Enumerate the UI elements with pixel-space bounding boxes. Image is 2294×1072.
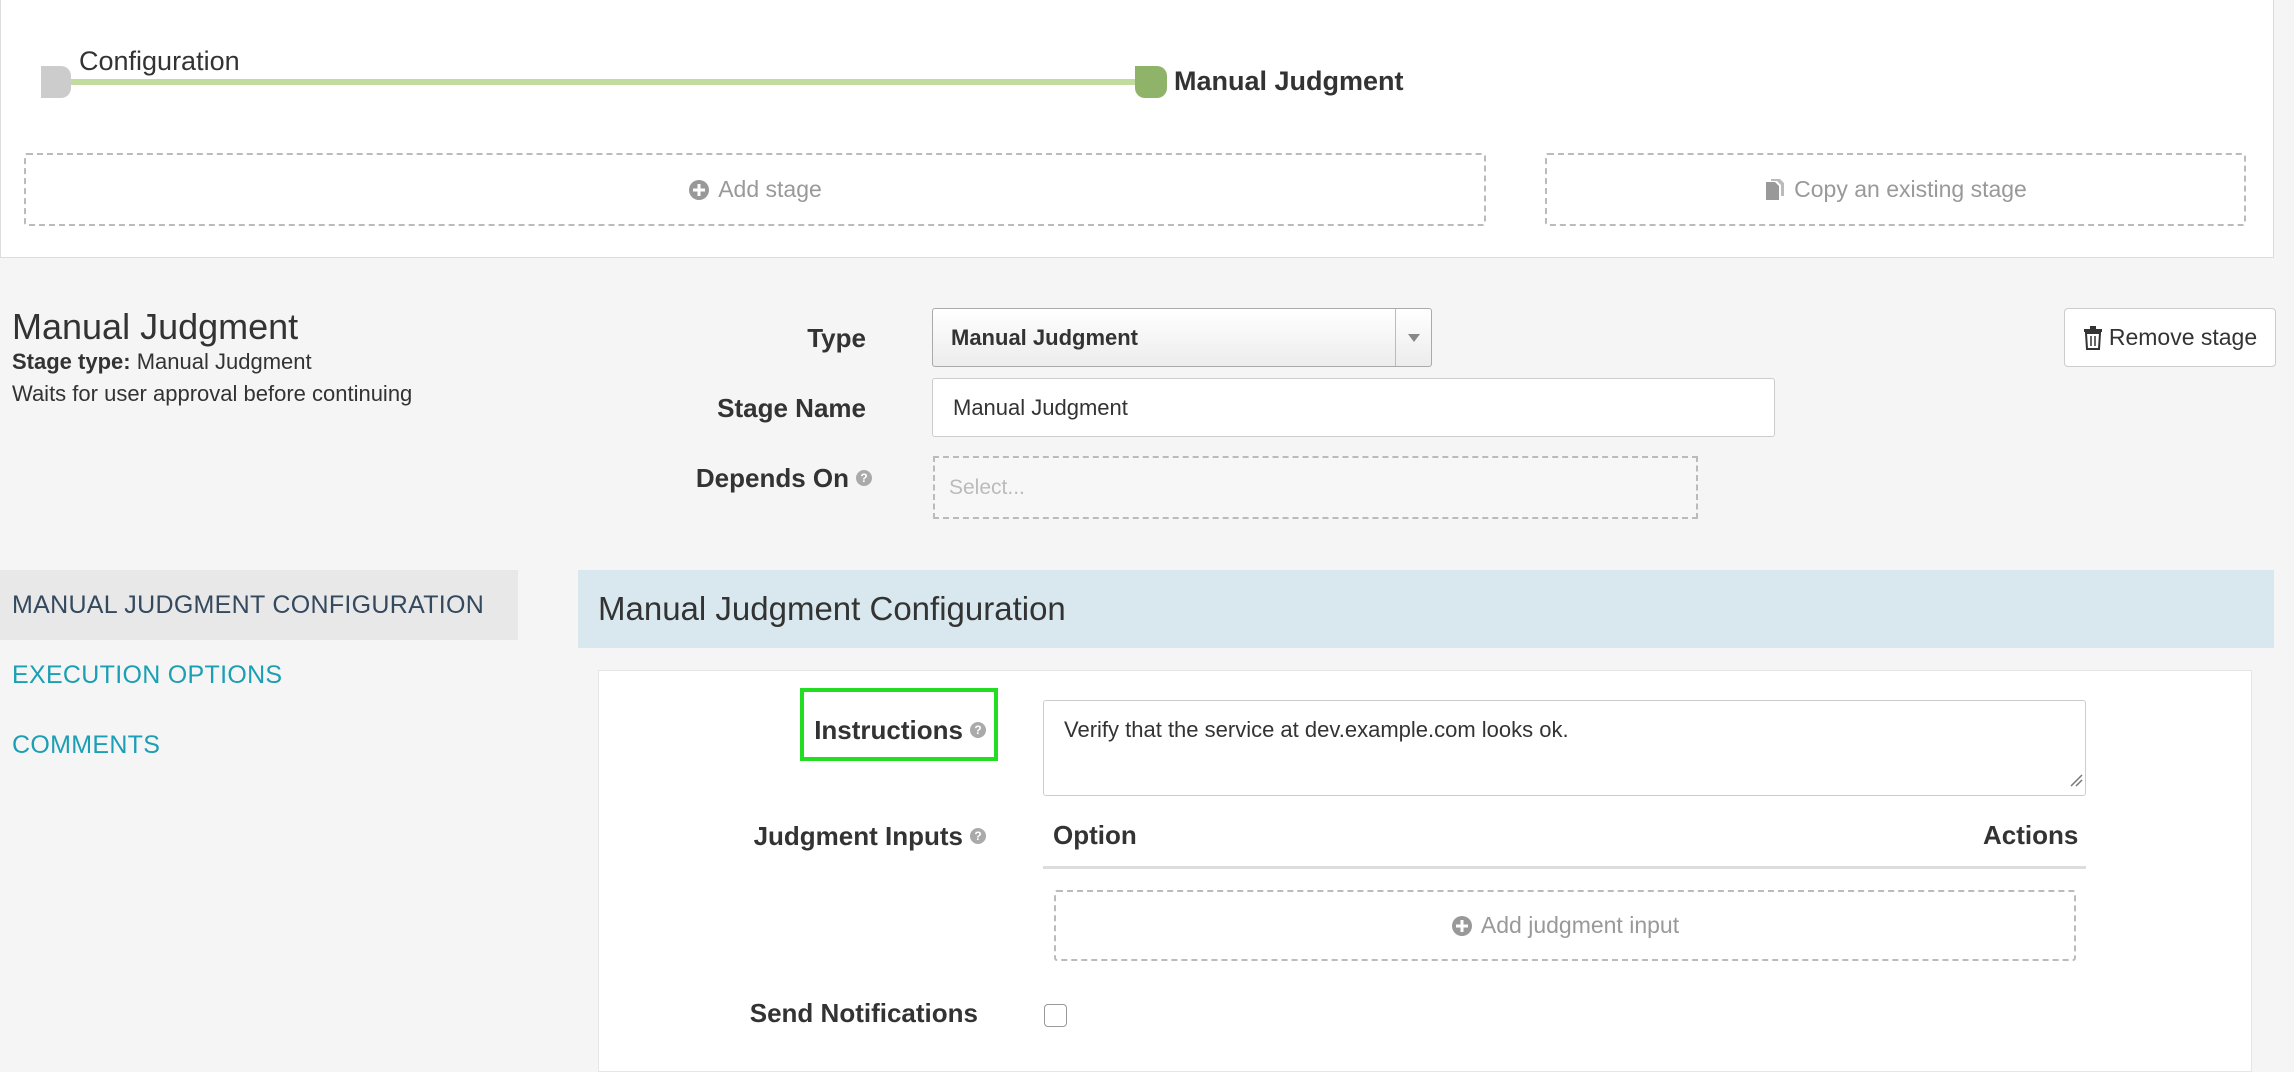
stage-name-label: Stage Name [717,392,866,423]
trash-icon [2083,325,2103,350]
depends-on-text: Depends On [695,462,849,493]
pipeline-panel: Configuration Manual Judgment Add stage … [0,0,2274,258]
nav-item-execution-options[interactable]: EXECUTION OPTIONS [0,640,518,710]
node-manual-judgment [1135,66,1167,98]
type-label: Type [807,322,866,353]
help-icon[interactable]: ? [970,722,986,738]
nav-item-comments[interactable]: COMMENTS [0,710,518,780]
instructions-value: Verify that the service at dev.example.c… [1064,717,1569,742]
copy-icon [1764,178,1786,202]
type-select[interactable]: Manual Judgment [932,308,1432,367]
plus-circle-icon [1451,915,1473,937]
instructions-label: Instructions ? [780,712,986,748]
add-judgment-input-button[interactable]: Add judgment input [1054,890,2076,961]
plus-circle-icon [688,179,710,201]
judgment-inputs-label: Judgment Inputs ? [700,818,986,854]
copy-stage-button[interactable]: Copy an existing stage [1545,153,2246,226]
add-judgment-input-label: Add judgment input [1480,912,1680,938]
node-label-manual-judgment[interactable]: Manual Judgment [1174,66,1404,97]
remove-stage-label: Remove stage [2108,324,2258,350]
actions-column-header: Actions [1983,820,2079,850]
instructions-text: Instructions [814,714,963,745]
node-label-configuration[interactable]: Configuration [79,46,240,77]
help-icon[interactable]: ? [970,828,986,844]
option-column-header: Option [1053,820,1137,850]
send-notifications-checkbox[interactable] [1044,1004,1067,1027]
nav-item-manual-judgment-configuration[interactable]: MANUAL JUDGMENT CONFIGURATION [0,570,518,640]
resize-handle-icon[interactable] [2069,767,2083,793]
stage-description: Waits for user approval before continuin… [12,381,413,406]
type-select-value: Manual Judgment [951,324,1139,350]
pipeline-graph [41,66,1167,98]
instructions-textarea[interactable]: Verify that the service at dev.example.c… [1043,700,2086,796]
chevron-down-icon[interactable] [1395,309,1431,366]
depends-on-select[interactable]: Select... [933,456,1698,519]
add-stage-label: Add stage [718,176,822,202]
depends-on-label: Depends On ? [620,460,872,496]
judgment-inputs-text: Judgment Inputs [753,820,963,851]
remove-stage-button[interactable]: Remove stage [2064,308,2276,367]
stage-name-input[interactable]: Manual Judgment [932,378,1775,437]
table-divider [1043,866,2086,869]
node-configuration [41,66,71,98]
stage-type-prefix: Stage type: [12,349,131,374]
copy-stage-label: Copy an existing stage [1794,176,2027,202]
section-header: Manual Judgment Configuration [578,570,2274,648]
add-stage-button[interactable]: Add stage [24,153,1486,226]
help-icon[interactable]: ? [856,470,872,486]
stage-type-value: Manual Judgment [136,349,312,374]
stage-type: Stage type: Manual Judgment [12,349,312,375]
send-notifications-label: Send Notifications [749,997,978,1028]
stage-title: Manual Judgment [12,306,299,347]
